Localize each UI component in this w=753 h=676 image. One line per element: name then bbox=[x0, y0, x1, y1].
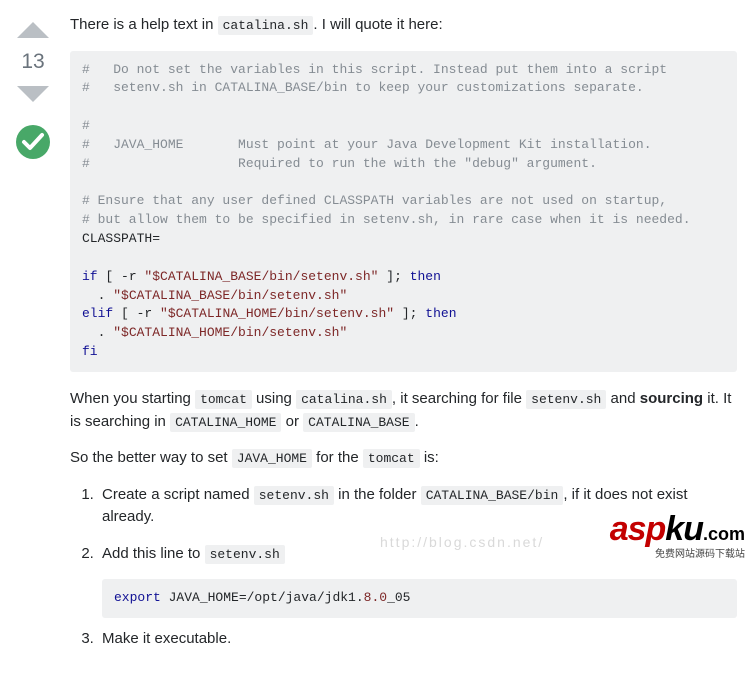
inline-code: CATALINA_BASE/bin bbox=[421, 486, 564, 505]
list-item: Add this line to setenv.sh export JAVA_H… bbox=[98, 543, 737, 618]
text: . I will quote it here: bbox=[313, 16, 442, 33]
inline-code: tomcat bbox=[363, 449, 420, 468]
answer-post: 13 There is a help text in catalina.sh. … bbox=[0, 0, 753, 676]
inline-code: setenv.sh bbox=[205, 545, 285, 564]
inline-code: setenv.sh bbox=[526, 390, 606, 409]
list-item: Make it executable. bbox=[98, 628, 737, 651]
inline-code: JAVA_HOME bbox=[232, 449, 312, 468]
bold-text: sourcing bbox=[640, 390, 703, 407]
downvote-button[interactable] bbox=[15, 76, 51, 112]
vote-cell: 13 bbox=[10, 8, 56, 664]
upvote-button[interactable] bbox=[15, 12, 51, 48]
code-block-export: export JAVA_HOME=/opt/java/jdk1.8.0_05 bbox=[102, 579, 737, 618]
code-block-catalina: # Do not set the variables in this scrip… bbox=[70, 51, 737, 373]
steps-list: Create a script named setenv.sh in the f… bbox=[70, 484, 737, 651]
inline-code: catalina.sh bbox=[296, 390, 392, 409]
inline-code: catalina.sh bbox=[218, 16, 314, 35]
accepted-check-icon bbox=[15, 124, 51, 160]
vote-score: 13 bbox=[21, 50, 44, 74]
paragraph: When you starting tomcat using catalina.… bbox=[70, 388, 737, 433]
list-item: Create a script named setenv.sh in the f… bbox=[98, 484, 737, 529]
inline-code: CATALINA_BASE bbox=[303, 413, 414, 432]
inline-code: setenv.sh bbox=[254, 486, 334, 505]
answer-body: There is a help text in catalina.sh. I w… bbox=[56, 8, 737, 664]
inline-code: CATALINA_HOME bbox=[170, 413, 281, 432]
inline-code: tomcat bbox=[195, 390, 252, 409]
paragraph: So the better way to set JAVA_HOME for t… bbox=[70, 447, 737, 470]
intro-paragraph: There is a help text in catalina.sh. I w… bbox=[70, 14, 737, 37]
text: There is a help text in bbox=[70, 16, 218, 33]
